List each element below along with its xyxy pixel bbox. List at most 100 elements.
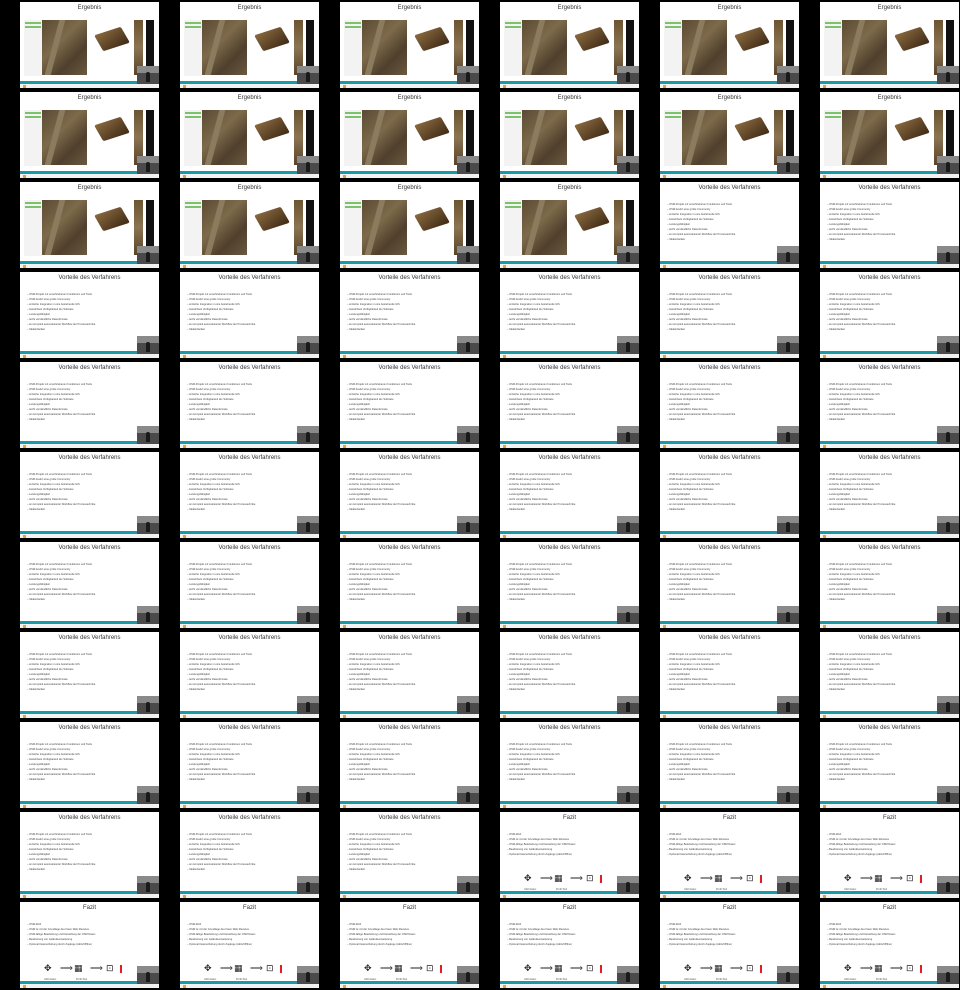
- slide-thumbnail[interactable]: Ergebnis: [180, 2, 319, 88]
- slide-thumbnail[interactable]: Vorteile des Verfahrens – OSM-Projekt mit…: [180, 362, 319, 448]
- slide-thumbnail[interactable]: Vorteile des Verfahrens – OSM-Projekt mit…: [500, 542, 639, 628]
- slide-thumbnail[interactable]: Fazit – OSM-Web – OSM ist mit der Grundlag…: [500, 812, 639, 898]
- logo-icon: [823, 445, 826, 448]
- slide-title: Vorteile des Verfahrens: [218, 725, 281, 731]
- slide-thumbnail[interactable]: Ergebnis: [20, 2, 159, 88]
- slide-thumbnail[interactable]: Ergebnis: [20, 92, 159, 178]
- slide-thumbnail[interactable]: Vorteile des Verfahrens – OSM-Projekt mit…: [500, 272, 639, 358]
- slide-thumbnail[interactable]: Ergebnis: [500, 2, 639, 88]
- slide-thumbnail[interactable]: Vorteile des Verfahrens – OSM-Projekt mit…: [20, 632, 159, 718]
- slide-thumbnail[interactable]: Vorteile des Verfahrens – OSM-Projekt mit…: [340, 632, 479, 718]
- slide-thumbnail[interactable]: Ergebnis: [340, 92, 479, 178]
- slide-thumbnail[interactable]: Ergebnis: [500, 182, 639, 268]
- slide-thumbnail[interactable]: Vorteile des Verfahrens – OSM-Projekt mit…: [340, 272, 479, 358]
- slide-thumbnail[interactable]: Ergebnis: [180, 182, 319, 268]
- slide-thumbnail[interactable]: Vorteile des Verfahrens – OSM-Projekt mit…: [180, 272, 319, 358]
- slide-footer: [820, 624, 959, 628]
- slide-thumbnail[interactable]: Vorteile des Verfahrens – OSM-Projekt mit…: [180, 632, 319, 718]
- logo-icon: [663, 175, 666, 178]
- slide-thumbnail[interactable]: Vorteile des Verfahrens – OSM-Projekt mit…: [20, 722, 159, 808]
- slide-thumbnail[interactable]: Ergebnis: [180, 92, 319, 178]
- slide-thumbnail[interactable]: Ergebnis: [20, 182, 159, 268]
- slide-thumbnail[interactable]: Vorteile des Verfahrens – OSM-Projekt mit…: [500, 362, 639, 448]
- slide-thumbnail[interactable]: Vorteile des Verfahrens – OSM-Projekt mit…: [20, 452, 159, 538]
- aerial-image: [682, 110, 727, 165]
- bullet-item: – Skalierbarkeit: [187, 688, 205, 691]
- slide-thumbnail[interactable]: Vorteile des Verfahrens – OSM-Projekt mit…: [340, 362, 479, 448]
- bullet-item: – Skalierbarkeit: [347, 508, 365, 511]
- slide-thumbnail[interactable]: Ergebnis: [820, 2, 959, 88]
- slide-thumbnail[interactable]: Vorteile des Verfahrens – OSM-Projekt mit…: [660, 272, 799, 358]
- slide-thumbnail[interactable]: Fazit – OSM-Web – OSM ist mit der Grundlag…: [660, 812, 799, 898]
- slide-thumbnail[interactable]: Fazit – OSM-Web – OSM ist mit der Grundlag…: [820, 812, 959, 898]
- slide-thumbnail[interactable]: Ergebnis: [500, 92, 639, 178]
- slide-thumbnail[interactable]: Fazit – OSM-Web – OSM ist mit der Grundlag…: [340, 902, 479, 988]
- slide-footer: [660, 804, 799, 808]
- logo-icon: [663, 895, 666, 898]
- road-shape: [44, 110, 66, 165]
- slide-thumbnail[interactable]: Vorteile des Verfahrens – OSM-Projekt mit…: [20, 362, 159, 448]
- slide-thumbnail[interactable]: Vorteile des Verfahrens – OSM-Projekt mit…: [500, 722, 639, 808]
- slide-thumbnail[interactable]: Vorteile des Verfahrens – OSM-Projekt mit…: [180, 722, 319, 808]
- slide-thumbnail[interactable]: Ergebnis: [820, 92, 959, 178]
- slide-thumbnail[interactable]: Fazit – OSM-Web – OSM ist mit der Grundlag…: [500, 902, 639, 988]
- layer-panel: [664, 110, 682, 166]
- layer-entry: [25, 112, 41, 114]
- slide-thumbnail[interactable]: Ergebnis: [340, 182, 479, 268]
- slide-thumbnail[interactable]: Vorteile des Verfahrens – OSM-Projekt mit…: [820, 722, 959, 808]
- slide-thumbnail[interactable]: Vorteile des Verfahrens – OSM-Projekt mit…: [820, 632, 959, 718]
- slide-title: Ergebnis: [717, 95, 742, 101]
- slide-thumbnail[interactable]: Vorteile des Verfahrens – OSM-Projekt mit…: [340, 452, 479, 538]
- slide-thumbnail[interactable]: Vorteile des Verfahrens – OSM-Projekt mit…: [660, 722, 799, 808]
- slide-thumbnail[interactable]: Vorteile des Verfahrens – OSM-Projekt mit…: [660, 182, 799, 268]
- slide-thumbnail[interactable]: Vorteile des Verfahrens – OSM-Projekt mit…: [340, 722, 479, 808]
- slide-thumbnail[interactable]: Ergebnis: [340, 2, 479, 88]
- logo-icon: [183, 895, 186, 898]
- slide-thumbnail[interactable]: Vorteile des Verfahrens – OSM-Projekt mit…: [660, 452, 799, 538]
- slide-thumbnail[interactable]: Vorteile des Verfahrens – OSM-Projekt mit…: [180, 452, 319, 538]
- slide-thumbnail[interactable]: Vorteile des Verfahrens – OSM-Projekt mit…: [20, 542, 159, 628]
- slide-thumbnail[interactable]: Vorteile des Verfahrens – OSM-Projekt mit…: [500, 632, 639, 718]
- road-shape: [204, 20, 226, 75]
- slide-thumbnail[interactable]: Vorteile des Verfahrens – OSM-Projekt mit…: [180, 812, 319, 898]
- slide-thumbnail[interactable]: Ergebnis: [660, 2, 799, 88]
- slide-thumbnail[interactable]: Vorteile des Verfahrens – OSM-Projekt mit…: [20, 272, 159, 358]
- slide-thumbnail[interactable]: Vorteile des Verfahrens – OSM-Projekt mit…: [820, 182, 959, 268]
- bullet-item: – Skalierbarkeit: [27, 778, 45, 781]
- slide-thumbnail[interactable]: Vorteile des Verfahrens – OSM-Projekt mit…: [340, 812, 479, 898]
- bullet-item: – Skalierbarkeit: [667, 598, 685, 601]
- bullet-item: – Optional Datenerhebung durch Zugänge (…: [827, 853, 892, 856]
- slide-thumbnail[interactable]: Vorteile des Verfahrens – OSM-Projekt mit…: [660, 632, 799, 718]
- presenter-figure: [146, 72, 150, 82]
- server-icon: ▦: [554, 964, 563, 974]
- bullet-item: – Optional Datenerhebung durch Zugänge (…: [507, 943, 572, 946]
- slide-thumbnail[interactable]: Vorteile des Verfahrens – OSM-Projekt mit…: [20, 812, 159, 898]
- slide-thumbnail[interactable]: Fazit – OSM-Web – OSM ist mit der Grundlag…: [660, 902, 799, 988]
- slide-thumbnail[interactable]: Ergebnis: [660, 92, 799, 178]
- slide-thumbnail[interactable]: Fazit – OSM-Web – OSM ist mit der Grundlag…: [820, 902, 959, 988]
- monitor-icon: ⊡: [426, 964, 434, 974]
- slide-thumbnail[interactable]: Vorteile des Verfahrens – OSM-Projekt mit…: [660, 542, 799, 628]
- bullet-list: – OSM-Projekt mit umschriebenen Funktion…: [667, 472, 792, 512]
- slide-thumbnail[interactable]: Vorteile des Verfahrens – OSM-Projekt mit…: [820, 452, 959, 538]
- slide-thumbnail[interactable]: Vorteile des Verfahrens – OSM-Projekt mit…: [660, 362, 799, 448]
- slide-thumbnail[interactable]: Vorteile des Verfahrens – OSM-Projekt mit…: [820, 272, 959, 358]
- arrow-right-icon: ⟹: [860, 874, 873, 884]
- slide-thumbnail[interactable]: Vorteile des Verfahrens – OSM-Projekt mit…: [340, 542, 479, 628]
- slide-thumbnail[interactable]: Vorteile des Verfahrens – OSM-Projekt mit…: [180, 542, 319, 628]
- slide-thumbnail[interactable]: Vorteile des Verfahrens – OSM-Projekt mit…: [820, 362, 959, 448]
- slide-footer: [820, 264, 959, 268]
- logo-icon: [23, 625, 26, 628]
- presenter-video: [777, 246, 799, 264]
- slide-title: Fazit: [562, 905, 576, 911]
- slide-thumbnail[interactable]: Vorteile des Verfahrens – OSM-Projekt mit…: [820, 542, 959, 628]
- slide-title: Vorteile des Verfahrens: [378, 545, 441, 551]
- slide-thumbnail[interactable]: Vorteile des Verfahrens – OSM-Projekt mit…: [500, 452, 639, 538]
- building-model: [254, 116, 290, 142]
- slide-thumbnail[interactable]: Fazit – OSM-Web – OSM ist mit der Grundlag…: [180, 902, 319, 988]
- slide-thumbnail[interactable]: Fazit – OSM-Web – OSM ist mit der Grundlag…: [20, 902, 159, 988]
- building-model: [414, 206, 450, 232]
- layer-entry: [185, 206, 201, 208]
- layer-entry: [505, 22, 521, 24]
- logo-icon: [23, 175, 26, 178]
